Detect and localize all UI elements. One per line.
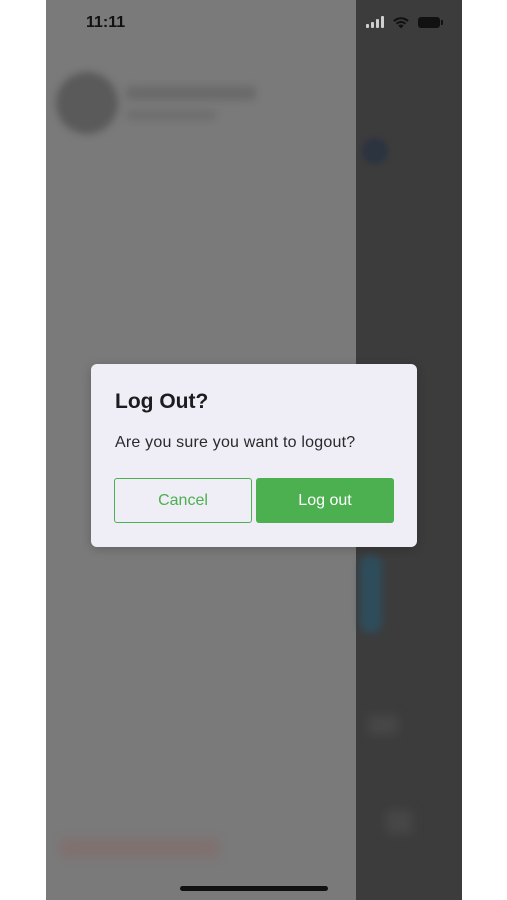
dialog-message: Are you sure you want to logout? [115, 434, 356, 451]
background-element [360, 555, 382, 633]
background-avatar [56, 72, 118, 134]
wifi-icon [393, 17, 409, 29]
status-time: 11:11 [86, 14, 126, 31]
home-indicator[interactable] [180, 886, 328, 891]
background-user-name [126, 86, 256, 100]
background-menu-item [60, 838, 220, 858]
status-bar: 11:11 [46, 0, 462, 46]
logout-button[interactable]: Log out [256, 478, 394, 523]
background-element [386, 810, 412, 834]
status-icons [366, 15, 443, 29]
dialog-title: Log Out? [115, 390, 209, 413]
background-user-subtitle [126, 110, 216, 120]
background-icon [362, 138, 388, 164]
logout-dialog: Log Out? Are you sure you want to logout… [91, 364, 417, 547]
signal-icon [366, 16, 384, 28]
cancel-button[interactable]: Cancel [114, 478, 252, 523]
battery-icon [418, 16, 443, 28]
background-element [368, 715, 398, 735]
